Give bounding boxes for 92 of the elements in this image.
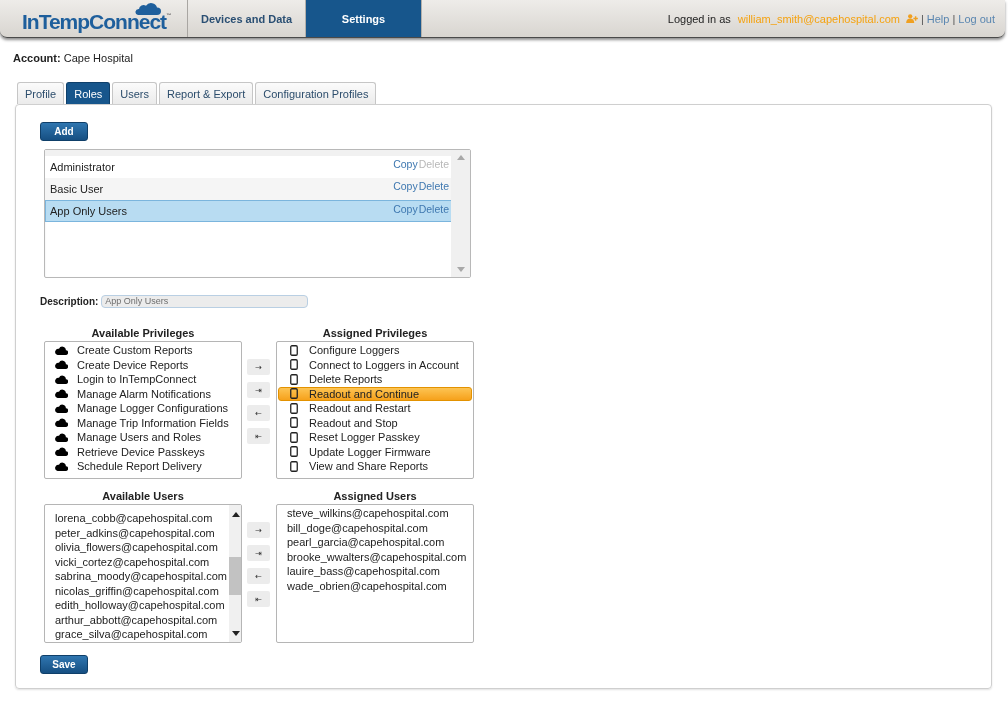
tablet-icon xyxy=(290,402,298,414)
transfer-button[interactable]: ⇤ xyxy=(247,591,270,607)
scroll-up-icon[interactable] xyxy=(232,512,240,517)
privilege-item[interactable]: Reset Logger Passkey xyxy=(278,430,472,445)
cloud-icon xyxy=(55,389,68,399)
tab[interactable]: Profile xyxy=(17,82,65,104)
tablet-icon xyxy=(290,373,298,385)
privilege-item[interactable]: Schedule Report Delivery xyxy=(46,459,240,474)
privilege-item[interactable]: Readout and Stop xyxy=(278,415,472,430)
list-heading: Available Users xyxy=(102,489,184,504)
cloud-icon xyxy=(55,447,68,457)
transfer-button[interactable]: ⇥ xyxy=(247,382,270,398)
user-item[interactable]: peter_adkins@capehospital.com xyxy=(46,525,228,540)
user-item[interactable]: arthur_abbott@capehospital.com xyxy=(46,612,228,627)
tab[interactable]: Report & Export xyxy=(159,82,254,104)
privilege-item[interactable]: Create Device Reports xyxy=(46,357,240,372)
nav-tab[interactable]: Settings xyxy=(306,0,422,37)
user-item[interactable]: steve_wilkins@capehospital.com xyxy=(278,506,472,521)
privilege-item[interactable]: Manage Trip Information Fields xyxy=(46,415,240,430)
description-label: Description: xyxy=(40,295,99,307)
transfer-button[interactable]: ← xyxy=(247,405,270,421)
delete-link[interactable]: Delete xyxy=(418,180,449,192)
copy-link[interactable]: Copy xyxy=(393,180,418,192)
user-item[interactable]: lorena_cobb@capehospital.com xyxy=(46,511,228,526)
privilege-item[interactable]: Connect to Loggers in Account xyxy=(278,357,472,372)
user-item[interactable]: grace_silva@capehospital.com xyxy=(46,627,228,642)
tablet-icon xyxy=(290,388,298,400)
cloud-icon xyxy=(55,403,68,413)
cloud-icon xyxy=(55,432,68,442)
privilege-item[interactable]: Login to InTempConnect xyxy=(46,372,240,387)
user-item[interactable]: wade_obrien@capehospital.com xyxy=(278,578,472,593)
transfer-button[interactable]: ⇤ xyxy=(247,428,270,444)
copy-link[interactable]: Copy xyxy=(393,158,418,170)
user-item[interactable]: nicolas_griffin@capehospital.com xyxy=(46,583,228,598)
user-item[interactable]: brooke_wwalters@capehospital.com xyxy=(278,549,472,564)
separator-text: | xyxy=(952,12,956,25)
scrollbar[interactable] xyxy=(229,505,241,642)
cloud-icon xyxy=(55,461,68,471)
separator-text: | xyxy=(920,12,924,25)
privilege-item[interactable]: Manage Logger Configurations xyxy=(46,401,240,416)
tablet-icon xyxy=(290,460,298,472)
user-item[interactable]: pearl_garcia@capehospital.com xyxy=(278,535,472,550)
person-plus-icon[interactable] xyxy=(905,14,918,23)
save-button[interactable]: Save xyxy=(40,655,88,674)
user-item[interactable]: edith_holloway@capehospital.com xyxy=(46,598,228,613)
privilege-item[interactable]: Delete Reports xyxy=(278,372,472,387)
tab[interactable]: Roles xyxy=(66,82,111,104)
scroll-down-icon[interactable] xyxy=(232,631,240,636)
tab[interactable]: Configuration Profiles xyxy=(255,82,377,104)
account-name: Cape Hospital xyxy=(63,52,133,64)
scrollbar-thumb[interactable] xyxy=(229,557,241,595)
tablet-icon xyxy=(290,344,298,356)
transfer-button[interactable]: ← xyxy=(247,568,270,584)
account-label: Account: xyxy=(13,52,61,64)
role-name: Basic User xyxy=(50,183,104,195)
tab[interactable]: Users xyxy=(112,82,158,104)
user-item[interactable]: bill_doge@capehospital.com xyxy=(278,520,472,535)
logged-in-label: Logged in as xyxy=(667,12,731,25)
tablet-icon xyxy=(290,359,298,371)
user-item[interactable]: vicki_cortez@capehospital.com xyxy=(46,554,228,569)
privilege-item[interactable]: Readout and Continue xyxy=(278,386,472,401)
username-text: william_smith@capehospital.com xyxy=(737,12,900,25)
transfer-button[interactable]: ⇥ xyxy=(247,545,270,561)
tablet-icon xyxy=(290,431,298,443)
tablet-icon xyxy=(290,417,298,429)
cloud-icon xyxy=(55,374,68,384)
cloud-icon xyxy=(55,345,68,355)
privilege-item[interactable]: View and Share Reports xyxy=(278,459,472,474)
cloud-icon xyxy=(55,360,68,370)
user-item[interactable]: sabrina_moody@capehospital.com xyxy=(46,569,228,584)
list-heading: Available Privileges xyxy=(91,326,195,341)
user-item[interactable]: lauire_bass@capehospital.com xyxy=(278,564,472,579)
privilege-item[interactable]: Create Custom Reports xyxy=(46,343,240,358)
user-item[interactable]: olivia_flowers@capehospital.com xyxy=(46,540,228,555)
cloud-icon xyxy=(133,3,161,15)
privilege-item[interactable]: Readout and Restart xyxy=(278,401,472,416)
role-name: Administrator xyxy=(50,161,115,173)
privilege-item[interactable]: Manage Alarm Notifications xyxy=(46,386,240,401)
list-heading: Assigned Users xyxy=(333,489,417,504)
add-button[interactable]: Add xyxy=(40,122,88,141)
logo[interactable]: InTempConnect$^{™}$ xyxy=(22,5,172,32)
cloud-icon xyxy=(55,418,68,428)
tablet-icon xyxy=(290,446,298,458)
list-heading: Assigned Privileges xyxy=(322,326,428,341)
transfer-button[interactable]: → xyxy=(247,522,270,538)
role-list-item[interactable]: Basic User CopyDelete xyxy=(45,178,451,200)
privilege-item[interactable]: Retrieve Device Passkeys xyxy=(46,444,240,459)
transfer-button[interactable]: → xyxy=(247,359,270,375)
privilege-item[interactable]: Configure Loggers xyxy=(278,343,472,358)
role-name: App Only Users xyxy=(50,205,128,217)
privilege-item[interactable]: Manage Users and Roles xyxy=(46,430,240,445)
privilege-item[interactable]: Update Logger Firmware xyxy=(278,444,472,459)
